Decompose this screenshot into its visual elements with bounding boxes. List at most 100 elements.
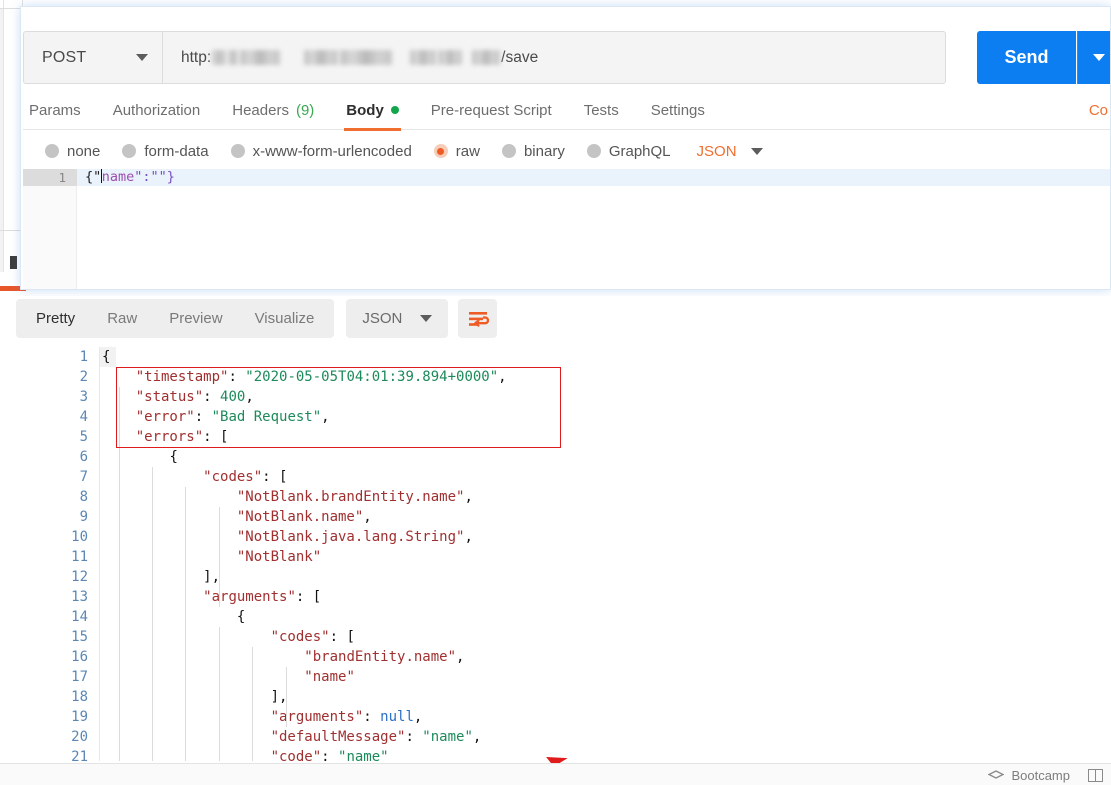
radio-icon [122, 144, 137, 158]
tab-label: Authorization [112, 101, 201, 119]
code-token: "name" [304, 669, 355, 685]
body-type-form-data[interactable]: form-data [122, 142, 209, 160]
response-code-line: "NotBlank.java.lang.String", [100, 527, 1111, 547]
indent-guide [219, 627, 220, 761]
body-type-selector: none form-data x-www-form-urlencoded raw… [23, 133, 1110, 169]
indent-guide [119, 387, 120, 761]
radio-icon [501, 144, 516, 158]
tab-label: Settings [650, 101, 705, 119]
response-body[interactable]: 1 2 3 4 5 6 7 8 9 10 11 12 13 14 15 16 17 18 19 20 21 { "tim… [0, 347, 1111, 765]
request-body-editor[interactable]: 1 {"name":""} [23, 169, 1110, 289]
code-token: 400 [220, 389, 246, 405]
code-token: null [380, 709, 414, 725]
body-type-urlencoded[interactable]: x-www-form-urlencoded [230, 143, 412, 160]
url-input[interactable]: http: /save [162, 31, 946, 84]
response-line-number: 12 [71, 569, 88, 585]
code-token: , [413, 709, 423, 725]
code-token: : [203, 429, 221, 445]
radio-selected-icon [433, 144, 448, 158]
code-token: "2020-05-05T04:01:39.894+0000" [245, 369, 499, 385]
method-selector[interactable]: POST [23, 31, 162, 84]
response-tab-raw[interactable]: Raw [91, 299, 153, 338]
response-tab-visualize[interactable]: Visualize [239, 299, 331, 338]
body-type-raw[interactable]: raw [433, 142, 480, 160]
word-wrap-button[interactable] [458, 299, 498, 338]
code-token: : [405, 729, 423, 745]
url-redacted-part [212, 50, 227, 65]
screen-root: POST http: /save Send Params Authorizati… [0, 0, 1111, 785]
response-line-numbers: 1 2 3 4 5 6 7 8 9 10 11 12 13 14 15 16 17 18 19 20 21 [40, 347, 98, 765]
radio-label: raw [455, 142, 480, 160]
chevron-down-icon [750, 147, 763, 155]
code-token: ], [270, 689, 288, 705]
response-tab-pretty[interactable]: Pretty [20, 299, 91, 338]
response-format-selector[interactable]: JSON [346, 299, 449, 338]
response-line-number: 6 [79, 449, 88, 465]
code-link[interactable]: Co [1089, 91, 1108, 130]
bg-horizontal-divider [0, 230, 22, 231]
url-redacted-part [410, 50, 437, 65]
editor-line-number: 1 [23, 169, 77, 186]
body-format-label: JSON [696, 142, 737, 160]
bg-strip [3, 0, 4, 272]
tab-label: Tests [583, 101, 619, 119]
code-token: : [329, 629, 347, 645]
response-line-number: 2 [79, 369, 88, 385]
code-token: [ [312, 589, 322, 605]
body-type-graphql[interactable]: GraphQL [586, 142, 671, 160]
response-line-number: 18 [71, 689, 88, 705]
response-code-line: { [100, 447, 1111, 467]
code-token: , [498, 369, 507, 385]
body-present-dot-icon [390, 106, 399, 114]
response-line-number: 19 [71, 709, 88, 725]
url-redacted-part [438, 50, 463, 65]
body-type-none[interactable]: none [45, 143, 100, 160]
response-code-line: "codes": [ [100, 467, 1111, 487]
tab-tests[interactable]: Tests [568, 91, 635, 130]
body-type-binary[interactable]: binary [501, 142, 565, 160]
bg-glyph-icon [10, 256, 17, 269]
response-code-line: "codes": [ [100, 627, 1111, 647]
response-line-number: 13 [71, 589, 88, 605]
tab-params[interactable]: Params [23, 91, 97, 130]
tab-pre-request-script[interactable]: Pre-request Script [415, 91, 568, 130]
code-token: ":""} [134, 169, 175, 185]
response-tab-preview[interactable]: Preview [153, 299, 238, 338]
layout-toggle-button[interactable] [1088, 769, 1103, 782]
send-button[interactable]: Send [977, 31, 1076, 84]
response-line-number: 15 [71, 629, 88, 645]
request-tabs: Params Authorization Headers (9) Body Pr… [23, 91, 1110, 131]
radio-label: binary [523, 142, 565, 160]
radio-label: GraphQL [608, 142, 671, 160]
code-token: "error" [135, 409, 195, 425]
response-line-number: 11 [71, 549, 88, 565]
code-token: : [262, 469, 280, 485]
code-token: "timestamp" [135, 369, 229, 385]
response-code-line: "timestamp": "2020-05-05T04:01:39.894+00… [100, 367, 1111, 387]
radio-label: form-data [144, 142, 209, 160]
send-options-button[interactable] [1077, 31, 1110, 84]
body-format-selector[interactable]: JSON [697, 143, 763, 160]
tab-authorization[interactable]: Authorization [97, 91, 217, 130]
tab-body[interactable]: Body [330, 91, 415, 131]
tab-label: Pre-request Script [430, 101, 552, 119]
code-token: : [363, 709, 381, 725]
code-token: , [363, 509, 372, 525]
bootcamp-button[interactable]: Bootcamp [988, 768, 1070, 783]
tab-label: Body [346, 101, 384, 119]
tab-headers[interactable]: Headers (9) [216, 91, 330, 130]
indent-guide [185, 487, 186, 761]
radio-icon [586, 144, 601, 158]
tab-settings[interactable]: Settings [635, 91, 721, 130]
editor-gutter: 1 [23, 169, 77, 289]
status-bar-right: Bootcamp [988, 768, 1103, 783]
code-token: {" [85, 169, 102, 185]
indent-guide [252, 647, 253, 761]
editor-active-line [77, 169, 1110, 186]
response-code-line: ], [100, 567, 1111, 587]
response-line-number: 14 [71, 609, 88, 625]
response-line-number: 3 [79, 389, 88, 405]
code-token: : [194, 409, 212, 425]
headers-count-badge: (9) [295, 101, 315, 119]
response-code-line: "error": "Bad Request", [100, 407, 1111, 427]
